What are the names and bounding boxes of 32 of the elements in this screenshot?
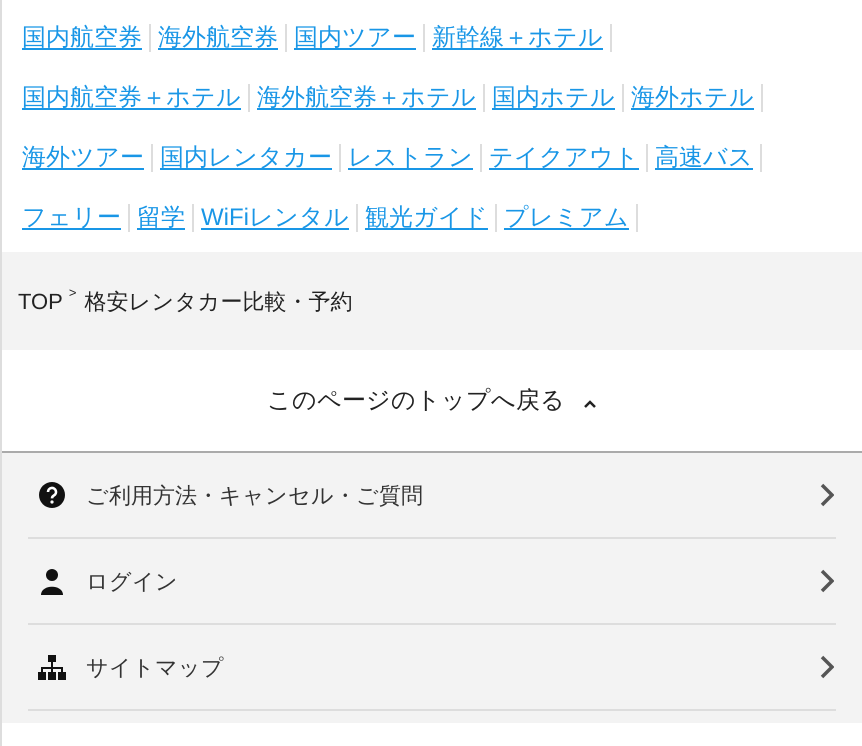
sitemap-icon	[38, 653, 66, 681]
back-to-top-link[interactable]: このページのトップへ戻る	[267, 382, 597, 418]
menu-item[interactable]: サイトマップ	[28, 625, 836, 711]
breadcrumb-separator: >	[68, 284, 76, 302]
nav-link-text[interactable]: プレミアム	[504, 200, 629, 236]
nav-link-text[interactable]: 国内ホテル	[492, 80, 615, 116]
breadcrumb-link[interactable]: TOP	[18, 284, 63, 318]
chevron-right-icon	[820, 483, 834, 507]
nav-link-text[interactable]: テイクアウト	[489, 140, 639, 176]
chevron-right-icon	[820, 569, 834, 593]
nav-link-text[interactable]: WiFiレンタル	[201, 200, 349, 236]
nav-link-text[interactable]: 国内ツアー	[294, 20, 416, 56]
nav-link-text[interactable]: 新幹線＋ホテル	[432, 20, 603, 56]
nav-link-text[interactable]: 高速バス	[655, 140, 753, 176]
menu-item[interactable]: ログイン	[28, 539, 836, 625]
nav-link-text[interactable]: 海外ホテル	[631, 80, 754, 116]
nav-link-text[interactable]: 海外航空券	[158, 20, 278, 56]
nav-link-text[interactable]: 国内レンタカー	[160, 140, 332, 176]
nav-link-text[interactable]: 観光ガイド	[364, 200, 488, 236]
nav-link-text[interactable]: フェリー	[22, 200, 121, 236]
chevron-right-icon	[820, 655, 834, 679]
nav-link-text[interactable]: 海外ツアー	[22, 140, 144, 176]
user-icon	[38, 567, 66, 595]
nav-link-text[interactable]: レストラン	[348, 140, 473, 176]
menu-item[interactable]: ご利用方法・キャンセル・ご質問	[28, 453, 836, 539]
breadcrumb-current: 格安レンタカー比較・予約	[84, 288, 352, 316]
nav-link-text[interactable]: 留学	[137, 200, 185, 236]
nav-link-text[interactable]: 海外航空券＋ホテル	[257, 80, 476, 116]
help-icon	[38, 481, 66, 509]
nav-link-text[interactable]: 国内航空券＋ホテル	[22, 80, 241, 116]
caret-up-icon	[583, 398, 597, 408]
nav-link-text[interactable]: 国内航空券	[22, 20, 142, 56]
